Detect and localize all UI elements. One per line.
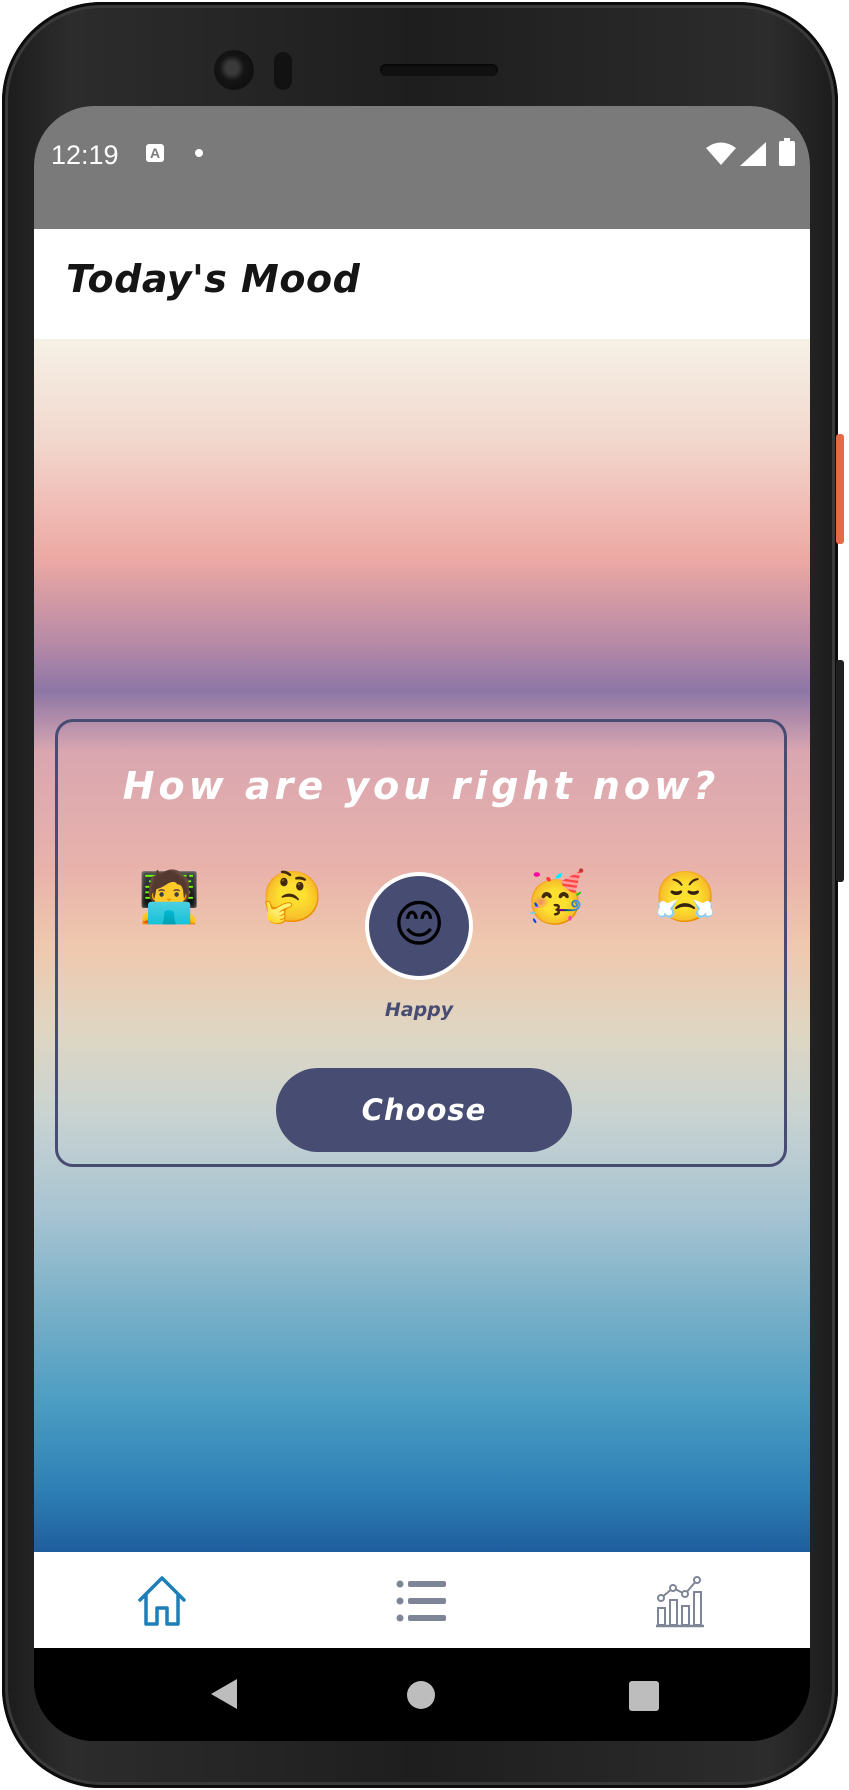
nav-stats[interactable] [652, 1574, 708, 1628]
mood-question: How are you right now? [122, 764, 720, 808]
home-icon [138, 1576, 186, 1626]
mood-card: How are you right now? 🧑‍💻 🤔 😊 Happy 🥳 😤… [55, 719, 787, 1167]
front-camera [214, 50, 254, 90]
stats-chart-icon [656, 1576, 704, 1628]
mood-option-happy-selected[interactable]: 😊 [365, 872, 473, 980]
bottom-navigation [34, 1552, 810, 1648]
mood-option-frustrated[interactable]: 😤 [654, 867, 716, 927]
system-nav-bar [34, 1648, 810, 1741]
status-time: 12:19 [51, 140, 119, 170]
wifi-icon [706, 142, 736, 165]
notification-app-icon: A [146, 144, 164, 162]
nav-home[interactable] [134, 1574, 190, 1628]
status-bar: 12:19 A [34, 106, 810, 229]
signal-icon [740, 142, 766, 166]
mood-option-party[interactable]: 🥳 [524, 867, 586, 927]
mood-option-working[interactable]: 🧑‍💻 [138, 867, 200, 927]
mood-option-thinking[interactable]: 🤔 [261, 867, 323, 927]
back-icon[interactable] [210, 1678, 238, 1710]
nav-list[interactable] [394, 1574, 450, 1628]
home-button-icon[interactable] [407, 1681, 435, 1709]
mood-selected-label: Happy [384, 999, 454, 1021]
phone-frame: 12:19 A Today's Mood How are you right n… [2, 2, 844, 1788]
earpiece-speaker [380, 64, 498, 76]
choose-button[interactable]: Choose [276, 1068, 572, 1152]
list-icon [396, 1580, 446, 1622]
battery-icon [779, 138, 795, 166]
notification-dot-icon [195, 149, 203, 157]
screen: 12:19 A Today's Mood How are you right n… [34, 106, 810, 1741]
recent-apps-icon[interactable] [629, 1681, 659, 1711]
power-button [836, 434, 844, 544]
page-title: Today's Mood [66, 257, 361, 301]
proximity-sensor [274, 52, 292, 90]
main-content: How are you right now? 🧑‍💻 🤔 😊 Happy 🥳 😤… [34, 339, 810, 1552]
volume-button [836, 660, 844, 882]
app-bar: Today's Mood [34, 229, 810, 339]
